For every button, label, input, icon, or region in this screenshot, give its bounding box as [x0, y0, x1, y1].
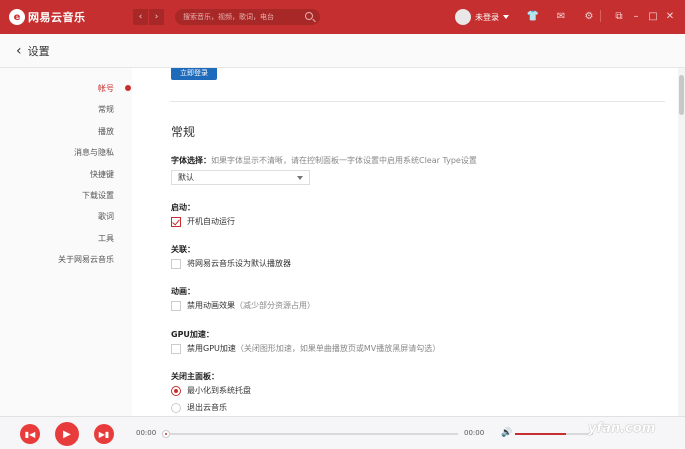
- app-logo[interactable]: e 网易云音乐: [9, 9, 131, 25]
- user-menu[interactable]: 未登录: [455, 9, 509, 25]
- sidebar-item-download[interactable]: 下载设置: [82, 190, 114, 201]
- current-time: 00:00: [136, 429, 157, 437]
- avatar[interactable]: [455, 9, 471, 25]
- volume-fill: [515, 433, 566, 435]
- exit-app-radio[interactable]: [171, 402, 181, 413]
- divider: [170, 101, 665, 102]
- exit-app-label: 退出云音乐: [187, 403, 227, 412]
- autostart-label: 开机自动运行: [187, 217, 235, 226]
- page-header: ‹ 设置: [0, 34, 685, 68]
- login-button[interactable]: 立即登录: [171, 68, 217, 80]
- volume-slider[interactable]: [515, 433, 593, 435]
- animation-note: （减少部分资源占用）: [235, 301, 315, 310]
- settings-icon[interactable]: ⚙: [582, 9, 596, 23]
- play-icon: ▶: [63, 428, 71, 440]
- play-button[interactable]: ▶: [55, 422, 79, 446]
- exit-app-option[interactable]: 退出云音乐: [171, 402, 227, 413]
- sidebar-item-playback[interactable]: 播放: [98, 126, 114, 137]
- default-player-label: 将网易云音乐设为默认播放器: [187, 259, 291, 268]
- sidebar-item-lyrics[interactable]: 歌词: [98, 211, 114, 222]
- minimize-icon[interactable]: –: [629, 9, 643, 23]
- chevron-down-icon[interactable]: [297, 176, 303, 180]
- sidebar-item-account[interactable]: 帐号: [98, 83, 114, 94]
- section-title-general: 常规: [171, 125, 196, 139]
- sidebar-item-general[interactable]: 常规: [98, 104, 114, 115]
- default-player-checkbox[interactable]: [171, 258, 181, 269]
- font-note: 如果字体显示不清晰，请在控制面板一字体设置中启用系统Clear Type设置: [211, 156, 477, 165]
- gpu-note: （关闭图形加速，如果单曲播放页或MV播放黑屏请勾选）: [235, 344, 441, 353]
- disable-animation-checkbox[interactable]: [171, 300, 181, 311]
- app-name: 网易云音乐: [28, 11, 86, 24]
- minimize-to-tray-option[interactable]: 最小化到系统托盘: [171, 385, 251, 396]
- font-select[interactable]: 默认: [171, 170, 310, 185]
- mini-mode-icon[interactable]: ⧉: [612, 9, 626, 23]
- font-label: 字体选择：: [171, 156, 211, 165]
- autostart-checkbox[interactable]: [171, 216, 181, 227]
- window-controls: ⧉ – □ ✕: [600, 9, 677, 23]
- default-player-option[interactable]: 将网易云音乐设为默认播放器: [171, 258, 291, 269]
- font-select-value: 默认: [178, 173, 194, 182]
- search-icon[interactable]: [305, 12, 313, 20]
- minimize-to-tray-radio[interactable]: [171, 385, 181, 396]
- next-icon: ▶▮: [98, 429, 110, 439]
- autostart-option[interactable]: 开机自动运行: [171, 216, 235, 227]
- disable-animation-option[interactable]: 禁用动画效果 （减少部分资源占用）: [171, 300, 315, 311]
- progress-knob[interactable]: [162, 430, 170, 438]
- minimize-to-tray-label: 最小化到系统托盘: [187, 386, 251, 395]
- divider: [600, 10, 601, 22]
- disable-gpu-label: 禁用GPU加速: [187, 344, 236, 353]
- login-status[interactable]: 未登录: [475, 12, 499, 23]
- page-title: 设置: [27, 44, 50, 58]
- nav-forward-button[interactable]: ›: [149, 9, 165, 25]
- sidebar-item-tools[interactable]: 工具: [98, 233, 114, 244]
- gpu-label: GPU加速：: [171, 330, 214, 339]
- top-toolbar: 👕 ✉ ⚙: [526, 9, 610, 23]
- animation-label: 动画：: [171, 287, 195, 296]
- startup-label: 启动：: [171, 203, 195, 212]
- close-icon[interactable]: ✕: [663, 9, 677, 23]
- active-indicator: [125, 85, 131, 91]
- search-box[interactable]: [175, 9, 320, 25]
- close-panel-label: 关闭主面板：: [171, 372, 219, 381]
- disable-gpu-option[interactable]: 禁用GPU加速 （关闭图形加速，如果单曲播放页或MV播放黑屏请勾选）: [171, 343, 440, 354]
- font-setting-label: 字体选择：如果字体显示不清晰，请在控制面板一字体设置中启用系统Clear Typ…: [171, 155, 477, 166]
- netease-logo-icon: e: [9, 9, 25, 25]
- disable-gpu-checkbox[interactable]: [171, 343, 181, 354]
- total-time: 00:00: [464, 429, 485, 437]
- player-bar: ▮◀ ▶ ▶▮ 00:00 00:00 🔊: [0, 416, 685, 449]
- history-nav: ‹ ›: [133, 9, 165, 25]
- settings-sidebar: 帐号 常规 播放 消息与隐私 快捷键 下载设置 歌词 工具 关于网易云音乐: [0, 68, 132, 416]
- watermark-logo: yfan.com: [588, 421, 656, 436]
- search-input[interactable]: [183, 13, 303, 21]
- previous-icon: ▮◀: [24, 429, 36, 439]
- sidebar-item-shortcuts[interactable]: 快捷键: [90, 169, 114, 180]
- mail-icon[interactable]: ✉: [554, 9, 568, 23]
- nav-back-button[interactable]: ‹: [133, 9, 149, 25]
- next-track-button[interactable]: ▶▮: [94, 424, 114, 444]
- skin-icon[interactable]: 👕: [526, 9, 540, 23]
- association-label: 关联：: [171, 245, 195, 254]
- progress-bar[interactable]: [162, 430, 458, 438]
- scrollbar[interactable]: [678, 68, 685, 416]
- disable-animation-label: 禁用动画效果: [187, 301, 235, 310]
- maximize-icon[interactable]: □: [646, 9, 660, 23]
- settings-content: 立即登录 常规 字体选择：如果字体显示不清晰，请在控制面板一字体设置中启用系统C…: [132, 68, 677, 416]
- back-icon[interactable]: ‹: [16, 43, 22, 59]
- sidebar-item-about[interactable]: 关于网易云音乐: [58, 254, 114, 265]
- previous-track-button[interactable]: ▮◀: [20, 424, 40, 444]
- volume-icon[interactable]: 🔊: [501, 428, 512, 438]
- scrollbar-thumb[interactable]: [679, 75, 684, 115]
- chevron-down-icon[interactable]: [503, 15, 509, 19]
- sidebar-item-privacy[interactable]: 消息与隐私: [74, 147, 114, 158]
